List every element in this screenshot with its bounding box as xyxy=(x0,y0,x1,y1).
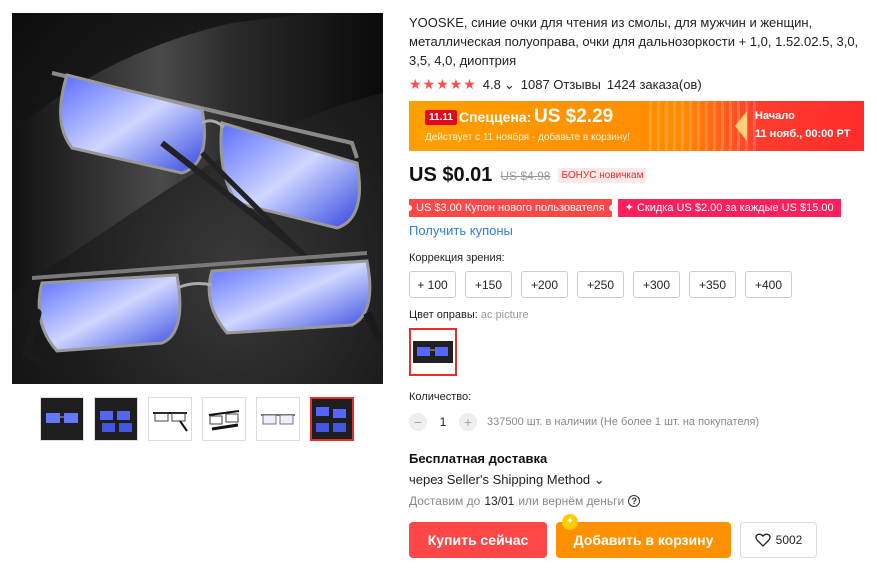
add-to-cart-label: Добавить в корзину xyxy=(573,532,714,548)
quantity-stepper: − 1 + 337500 шт. в наличии (Не более 1 ш… xyxy=(409,413,864,431)
promo-badge: 11.11 xyxy=(425,110,457,125)
thumbnail-5[interactable] xyxy=(256,397,300,441)
frame-color-label: Цвет оправы: ac picture xyxy=(409,309,864,321)
thumbnail-6[interactable] xyxy=(310,397,354,441)
shipping-method-selector[interactable]: через Seller's Shipping Method ⌄ xyxy=(409,472,864,488)
thumbnail-4[interactable] xyxy=(202,397,246,441)
price-row: US $0.01 US $4.98 БОНУС новичкам xyxy=(409,164,864,187)
frame-color-title: Цвет оправы: xyxy=(409,309,478,321)
wishlist-count: 5002 xyxy=(775,533,803,547)
reviews-link[interactable]: 1087 Отзывы xyxy=(521,77,601,92)
promo-arrow-icon xyxy=(735,111,747,141)
vision-option-300[interactable]: +300 xyxy=(633,271,680,298)
vision-option-200[interactable]: +200 xyxy=(521,271,568,298)
quantity-value[interactable]: 1 xyxy=(437,415,449,429)
guarantee-suffix: или вернём деньги xyxy=(518,494,625,508)
rating-number: 4.8 xyxy=(482,77,501,92)
swatch-glasses-image xyxy=(413,341,453,363)
vision-options: + 100 +150 +200 +250 +300 +350 +400 xyxy=(409,271,864,298)
shipping-title: Бесплатная доставка xyxy=(409,451,548,466)
promo-start-date: 11 нояб., 00:00 PT xyxy=(755,128,851,140)
vision-option-100[interactable]: + 100 xyxy=(409,271,456,298)
promo-note: Действует с 11 ноября - добавьте в корзи… xyxy=(425,132,631,143)
coupon-row: US $3.00 Купон нового пользователя ✦ Ски… xyxy=(406,199,864,217)
promo-label: Спеццена: xyxy=(459,109,532,125)
main-product-image[interactable] xyxy=(12,13,383,384)
frame-color-value: ac picture xyxy=(480,309,529,321)
wishlist-button[interactable]: 5002 xyxy=(740,522,817,558)
frame-color-swatch[interactable] xyxy=(409,328,457,376)
thumbnail-2[interactable] xyxy=(94,397,138,441)
current-price: US $0.01 xyxy=(409,164,493,186)
rating-stars-icon: ★★★★★ xyxy=(409,76,477,92)
add-to-cart-button[interactable]: ✦ Добавить в корзину xyxy=(556,514,731,558)
vision-correction-label: Коррекция зрения: xyxy=(409,252,505,264)
rating-value[interactable]: 4.8 ⌄ xyxy=(483,77,515,93)
rating-chevron-icon: ⌄ xyxy=(503,76,515,92)
new-user-coupon[interactable]: US $3.00 Купон нового пользователя xyxy=(406,199,615,217)
sparkle-icon: ✦ xyxy=(562,514,578,530)
vision-option-250[interactable]: +250 xyxy=(577,271,624,298)
glasses-photo xyxy=(12,13,383,378)
promo-start-label: Начало xyxy=(755,110,795,122)
heart-icon xyxy=(754,533,771,547)
thumbnail-1[interactable] xyxy=(40,397,84,441)
delivery-guarantee: Доставим до 13/01 или вернём деньги ? xyxy=(409,494,864,508)
quantity-label: Количество: xyxy=(409,391,472,403)
rating-row: ★★★★★ 4.8 ⌄ 1087 Отзывы 1424 заказа(ов) xyxy=(409,76,864,93)
vision-option-350[interactable]: +350 xyxy=(689,271,736,298)
product-info: YOOSKE, синие очки для чтения из смолы, … xyxy=(406,13,864,558)
guarantee-prefix: Доставим до xyxy=(409,494,481,508)
buy-now-button[interactable]: Купить сейчас xyxy=(409,522,547,558)
thumbnail-3[interactable] xyxy=(148,397,192,441)
guarantee-date: 13/01 xyxy=(484,494,515,508)
product-title: YOOSKE, синие очки для чтения из смолы, … xyxy=(409,15,859,68)
quantity-plus-button[interactable]: + xyxy=(459,413,477,431)
quantity-minus-button[interactable]: − xyxy=(409,413,427,431)
promo-price: US $2.29 xyxy=(534,106,614,127)
action-buttons: Купить сейчас ✦ Добавить в корзину 5002 xyxy=(409,514,864,558)
get-coupons-link[interactable]: Получить купоны xyxy=(409,223,864,238)
vision-option-400[interactable]: +400 xyxy=(745,271,792,298)
help-icon[interactable]: ? xyxy=(628,495,641,507)
old-price: US $4.98 xyxy=(500,168,551,183)
newcomer-bonus-badge: БОНУС новичкам xyxy=(558,168,647,183)
thumbnail-strip xyxy=(40,397,354,441)
promo-banner: 11.11 Спеццена: US $2.29 Действует с 11 … xyxy=(409,101,864,151)
store-discount-coupon[interactable]: ✦ Скидка US $2.00 за каждые US $15.00 xyxy=(617,199,841,217)
vision-option-150[interactable]: +150 xyxy=(465,271,512,298)
stock-info: 337500 шт. в наличии (Не более 1 шт. на … xyxy=(487,416,760,428)
orders-count: 1424 заказа(ов) xyxy=(606,77,702,92)
